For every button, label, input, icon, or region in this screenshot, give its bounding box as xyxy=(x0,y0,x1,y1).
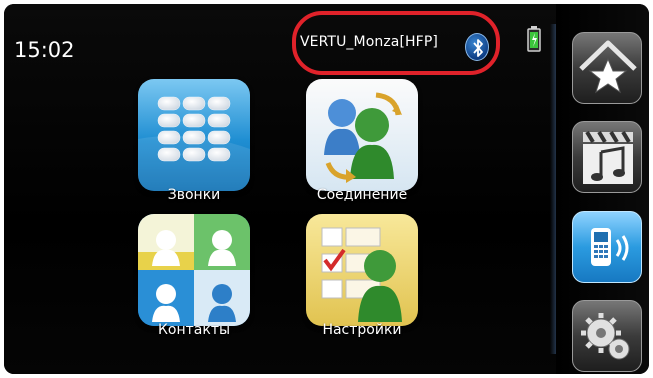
app-label-contacts: Контакты xyxy=(157,322,231,338)
settings-list-icon xyxy=(306,214,418,326)
app-tile-contacts[interactable]: Контакты xyxy=(138,214,250,338)
dialpad-icon xyxy=(138,79,250,191)
app-label-settings: Настройки xyxy=(322,322,402,338)
sidebar xyxy=(556,4,649,374)
connection-icon xyxy=(306,79,418,191)
app-tile-calls[interactable]: Звонки xyxy=(138,79,250,203)
phone-call-icon xyxy=(591,228,629,266)
favorites-star-icon xyxy=(579,40,637,94)
app-tile-connection[interactable]: Соединение xyxy=(306,79,418,203)
gears-icon xyxy=(581,313,630,360)
media-clapper-music-icon xyxy=(583,130,633,184)
connected-device-name[interactable]: VERTU_Monza[HFP] xyxy=(300,34,438,50)
sidebar-favorites-button[interactable] xyxy=(572,32,642,104)
sidebar-phone-button[interactable] xyxy=(572,211,642,283)
app-tile-settings[interactable]: Настройки xyxy=(306,214,418,338)
contacts-icon xyxy=(138,214,250,326)
home-area: 15:02 VERTU_Monza[HFP] Звонки Соединение… xyxy=(4,4,556,374)
app-label-calls: Звонки xyxy=(167,187,221,203)
sidebar-settings-button[interactable] xyxy=(572,300,642,372)
battery-charging-icon xyxy=(527,26,541,52)
sidebar-media-button[interactable] xyxy=(572,121,642,193)
head-unit-screen: 15:02 VERTU_Monza[HFP] Звонки Соединение… xyxy=(4,4,649,374)
bluetooth-icon xyxy=(465,33,489,61)
clock: 15:02 xyxy=(14,38,75,62)
app-label-connection: Соединение xyxy=(316,187,408,203)
